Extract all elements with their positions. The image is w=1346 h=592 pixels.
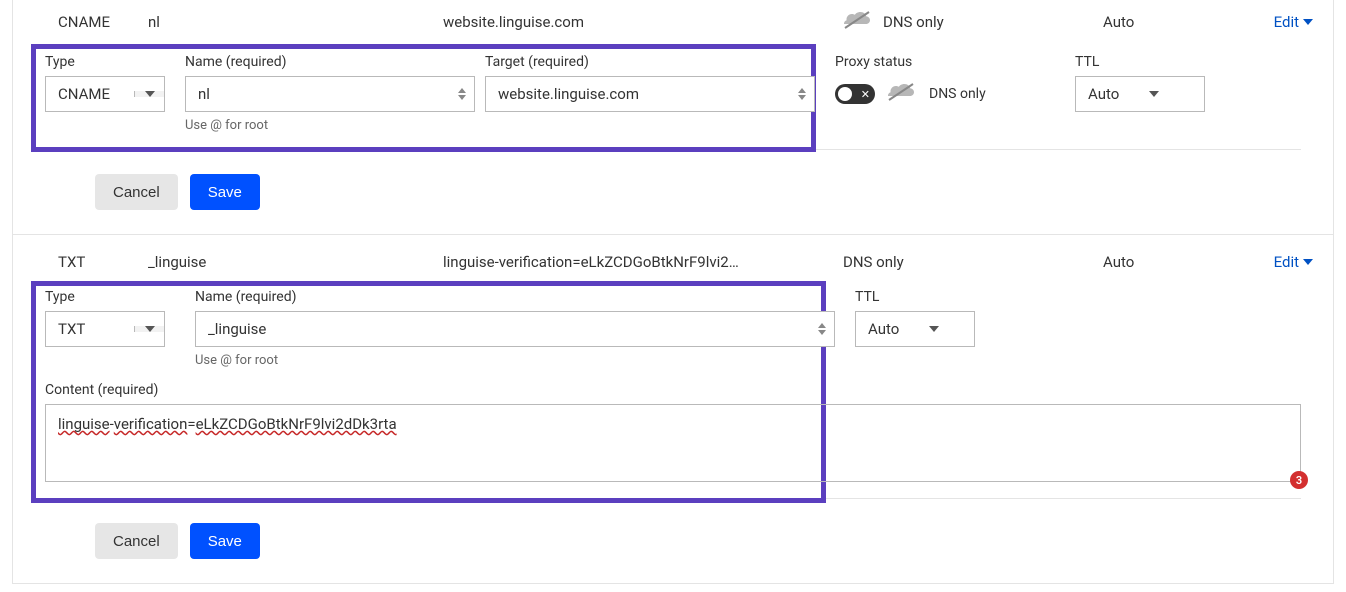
type-select-value: CNAME: [46, 85, 134, 103]
target-input[interactable]: website.linguise.com: [485, 76, 815, 112]
chevron-down-icon: [134, 326, 164, 332]
edit-label: Edit: [1274, 13, 1299, 31]
content-label: Content (required): [45, 382, 1301, 398]
cancel-button[interactable]: Cancel: [95, 523, 178, 559]
summary-name: nl: [148, 13, 443, 31]
summary-type: CNAME: [13, 13, 148, 31]
content-textarea[interactable]: linguise-verification=eLkZCDGoBtkNrF9lvi…: [45, 404, 1301, 482]
summary-proxy: DNS only: [843, 10, 1073, 34]
summary-target: linguise-verification=eLkZCDGoBtkNrF9lvi…: [443, 253, 843, 271]
proxy-status-text: DNS only: [929, 86, 986, 102]
ttl-select-value: Auto: [1088, 85, 1119, 103]
dns-record-txt: TXT _linguise linguise-verification=eLkZ…: [13, 235, 1333, 583]
summary-proxy-text: DNS only: [883, 13, 944, 31]
ttl-label: TTL: [855, 289, 975, 305]
name-input[interactable]: nl: [185, 76, 475, 112]
record-summary-row: TXT _linguise linguise-verification=eLkZ…: [13, 235, 1333, 285]
content-word-3: eLkZCDGoBtkNrF9lvi2dDk3rta: [196, 415, 397, 433]
type-select-value: TXT: [46, 320, 134, 338]
record-summary-row: CNAME nl website.linguise.com DNS only A…: [13, 0, 1333, 48]
type-select[interactable]: CNAME: [45, 76, 165, 112]
name-hint: Use @ for root: [195, 353, 835, 368]
summary-name: _linguise: [148, 253, 443, 271]
summary-ttl: Auto: [1073, 13, 1243, 31]
type-select[interactable]: TXT: [45, 311, 165, 347]
type-label: Type: [45, 289, 185, 305]
summary-ttl: Auto: [1073, 253, 1243, 271]
chevron-down-icon: [134, 91, 164, 97]
name-input-value: nl: [186, 85, 454, 103]
ttl-select[interactable]: Auto: [855, 311, 975, 347]
ttl-label: TTL: [1075, 54, 1205, 70]
summary-target: website.linguise.com: [443, 13, 843, 31]
edit-record-button[interactable]: Edit: [1274, 13, 1313, 31]
target-input-value: website.linguise.com: [486, 85, 794, 103]
chevron-down-icon: [929, 326, 939, 332]
chevron-down-icon: [1303, 19, 1313, 25]
edit-label: Edit: [1274, 253, 1299, 271]
ttl-select[interactable]: Auto: [1075, 76, 1205, 112]
chevron-down-icon: [1149, 91, 1159, 97]
name-input[interactable]: _linguise: [195, 311, 835, 347]
chevron-down-icon: [1303, 259, 1313, 265]
save-button[interactable]: Save: [190, 174, 260, 210]
content-word-2: verification: [114, 415, 188, 433]
proxy-label: Proxy status: [835, 54, 1075, 70]
cancel-button[interactable]: Cancel: [95, 174, 178, 210]
error-count-badge: 3: [1290, 471, 1308, 489]
summary-proxy: DNS only: [843, 253, 1073, 271]
edit-record-button[interactable]: Edit: [1274, 253, 1313, 271]
content-word-1: linguise: [58, 415, 110, 433]
summary-proxy-text: DNS only: [843, 253, 904, 271]
type-label: Type: [45, 54, 175, 70]
proxy-toggle[interactable]: ✕: [835, 84, 875, 104]
cloud-off-icon: [843, 10, 873, 34]
dns-record-cname: CNAME nl website.linguise.com DNS only A…: [13, 0, 1333, 235]
cloud-off-icon: [887, 82, 917, 106]
name-input-value: _linguise: [196, 320, 814, 338]
summary-type: TXT: [13, 253, 148, 271]
name-label: Name (required): [195, 289, 835, 305]
target-label: Target (required): [485, 54, 815, 70]
name-hint: Use @ for root: [185, 118, 475, 133]
save-button[interactable]: Save: [190, 523, 260, 559]
name-label: Name (required): [185, 54, 475, 70]
ttl-select-value: Auto: [868, 320, 899, 338]
